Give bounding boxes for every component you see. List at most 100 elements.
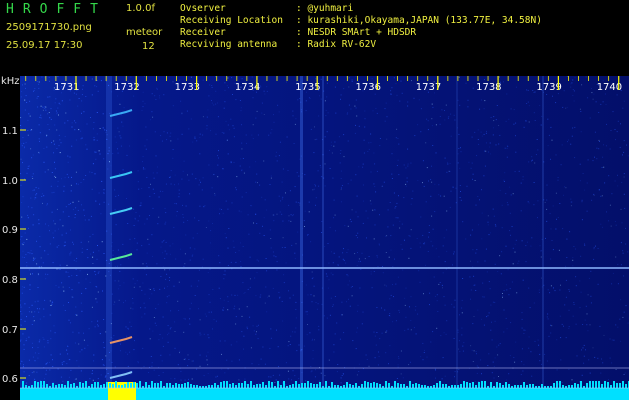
noise-speck [546,94,548,95]
noise-speck [39,339,41,341]
noise-speck [385,235,387,237]
meteor-label: meteor [126,27,163,38]
noise-speck [251,76,253,78]
noise-speck [226,139,228,141]
noise-speck [339,338,341,340]
noise-speck [295,309,297,310]
noise-speck [552,249,554,251]
noise-speck [253,222,254,224]
noise-speck [194,248,196,250]
noise-speck [211,85,213,86]
noise-speck [493,120,495,122]
noise-speck [37,106,39,108]
noise-speck [503,309,505,311]
noise-speck [266,296,268,298]
noise-speck [113,304,115,306]
noise-speck [43,338,45,340]
noise-speck [482,282,484,284]
noise-speck [207,373,209,375]
noise-speck [354,253,356,255]
noise-speck [523,364,525,366]
noise-speck [281,213,283,215]
noise-speck [265,258,267,259]
noise-speck [422,342,424,344]
noise-speck [60,376,62,378]
baseline-spike [457,385,459,388]
noise-speck [481,189,482,191]
noise-speck [37,300,39,302]
noise-speck [117,152,119,154]
noise-speck [187,365,189,367]
noise-speck [478,143,480,145]
noise-speck [26,265,28,267]
noise-speck [490,304,492,306]
noise-speck [615,224,617,226]
noise-speck [597,248,599,249]
noise-speck [270,337,272,339]
noise-speck [486,316,488,318]
baseline-spike [310,383,312,388]
noise-speck [358,258,360,260]
noise-speck [34,301,36,303]
noise-speck [405,185,407,187]
noise-speck [145,126,147,128]
noise-speck [38,187,40,189]
noise-speck [204,205,206,207]
noise-speck [546,360,548,362]
noise-speck [389,313,391,314]
noise-speck [254,368,256,370]
noise-speck [343,373,344,375]
noise-speck [142,347,144,349]
noise-speck [208,294,210,296]
noise-speck [489,146,491,148]
noise-speck [182,170,184,172]
baseline-spike [397,383,399,388]
baseline-spike [139,381,141,388]
noise-speck [574,126,576,128]
noise-speck [217,164,219,166]
noise-speck [515,239,517,241]
noise-speck [206,125,208,127]
noise-speck [397,366,399,368]
noise-speck [338,136,340,138]
noise-speck [63,190,65,192]
noise-speck [499,189,501,191]
info-key: Ovserver [180,3,226,14]
noise-speck [218,255,220,257]
noise-speck [184,263,186,265]
baseline-spike [208,385,210,388]
noise-speck [97,325,99,327]
noise-speck [521,348,523,350]
info-value: : Radix RV-62V [296,39,377,50]
noise-speck [95,158,97,160]
noise-speck [144,103,146,105]
noise-speck [522,370,524,372]
noise-speck [444,261,446,263]
noise-speck [64,122,66,124]
noise-speck [74,342,76,344]
noise-speck [605,104,607,105]
baseline-spike [598,381,600,388]
noise-speck [74,129,76,131]
baseline-spike [34,381,36,388]
noise-speck [565,187,567,189]
info-value: : kurashiki,Okayama,JAPAN (133.77E, 34.5… [296,15,542,26]
noise-speck [33,257,34,259]
noise-speck [392,284,393,286]
noise-speck [37,357,39,359]
noise-speck [249,316,251,318]
noise-speck [251,205,252,207]
noise-speck [241,142,243,144]
noise-speck [191,378,193,380]
noise-speck [498,143,500,145]
noise-speck [259,296,261,298]
noise-speck [47,253,49,255]
noise-speck [123,302,124,304]
noise-speck [84,215,85,217]
noise-speck [603,144,604,146]
noise-speck [330,272,332,274]
noise-speck [370,203,372,205]
baseline-spike [193,385,195,388]
noise-speck [158,216,160,218]
noise-speck [347,183,349,185]
